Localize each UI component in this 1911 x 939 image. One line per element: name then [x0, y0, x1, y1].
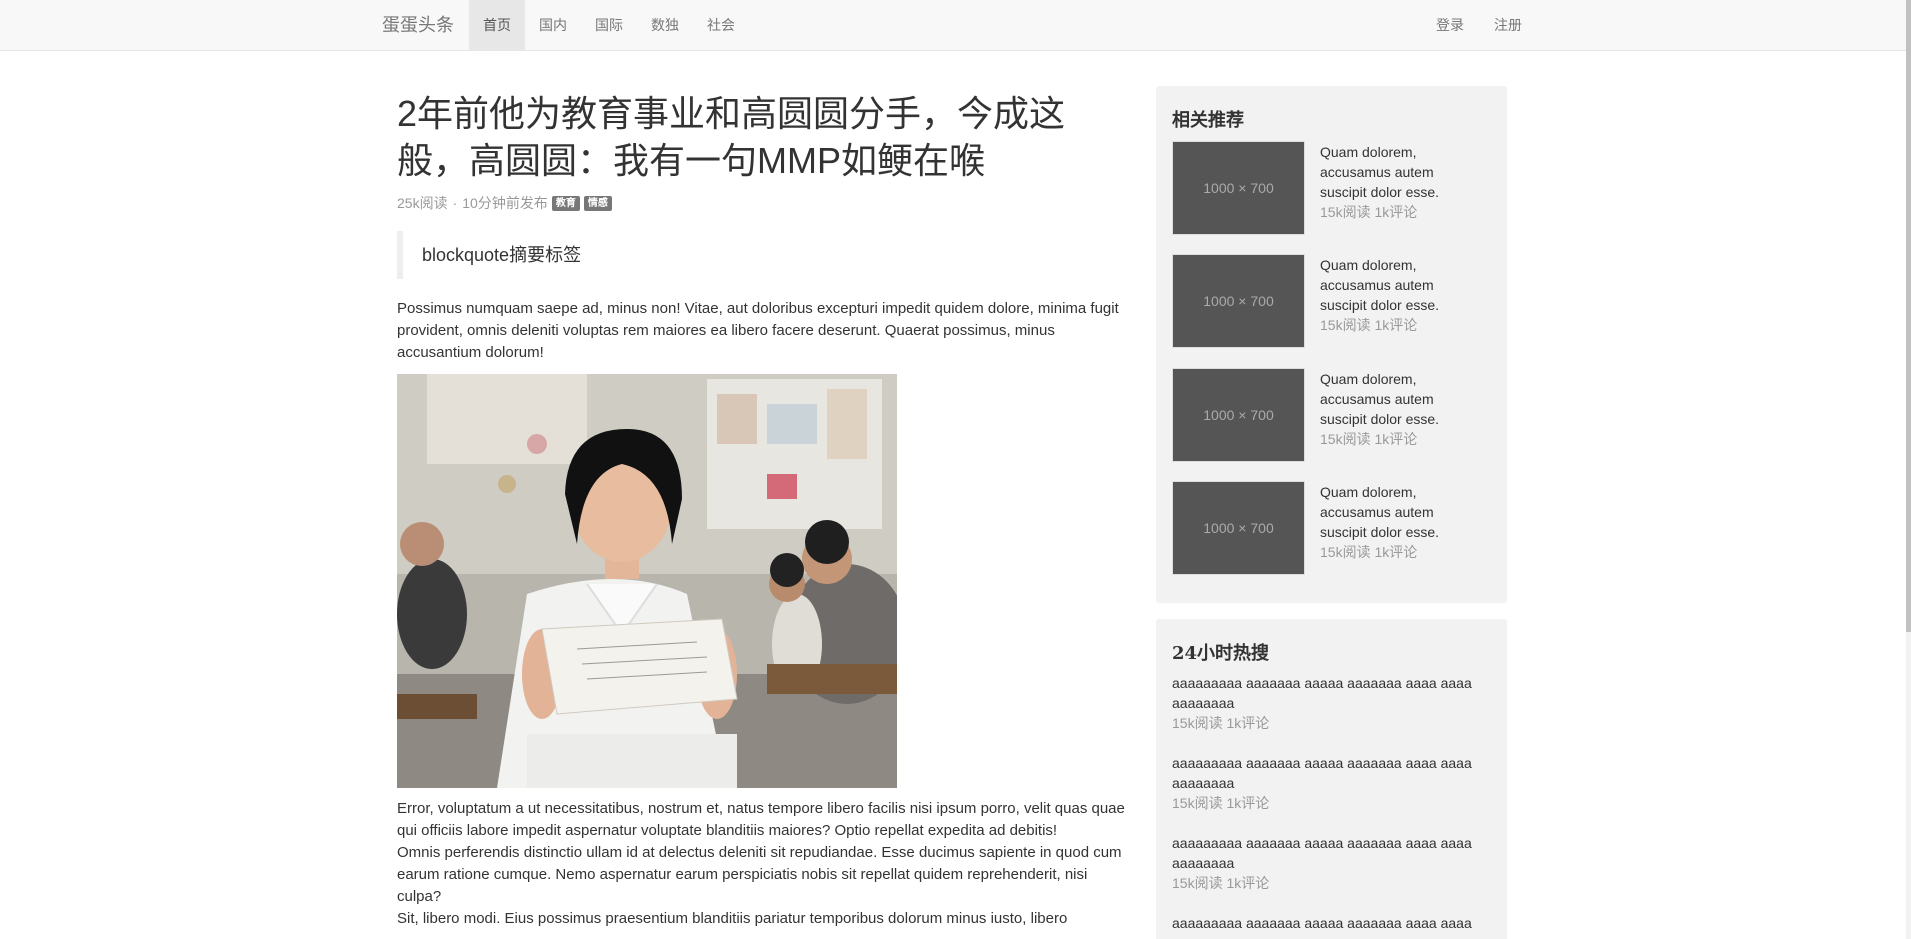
article-paragraph: Possimus numquam saepe ad, minus non! Vi…	[397, 300, 1119, 361]
summary-blockquote: blockquote摘要标签	[397, 231, 1117, 279]
thumbnail-placeholder[interactable]: 1000 × 700	[1172, 368, 1305, 462]
register-link[interactable]: 注册	[1479, 0, 1537, 50]
recommend-stats: 15k阅读 1k评论	[1320, 204, 1418, 220]
hot-item-title[interactable]: aaaaaaaaa aaaaaaa aaaaa aaaaaaa aaaa aaa…	[1172, 913, 1492, 933]
hot-item-title[interactable]: aaaaaaaaa aaaaaaa aaaaa aaaaaaa aaaa aaa…	[1172, 833, 1492, 873]
thumbnail-placeholder[interactable]: 1000 × 700	[1172, 254, 1305, 348]
panel-title: 24小时热搜	[1172, 643, 1270, 664]
auth-nav: 登录 注册	[1421, 0, 1537, 50]
recommend-stats: 15k阅读 1k评论	[1320, 544, 1418, 560]
recommend-title[interactable]: Quam dolorem, accusamus autem suscipit d…	[1320, 142, 1450, 202]
hot-search-panel: 24小时热搜 aaaaaaaaa aaaaaaa aaaaa aaaaaaa a…	[1156, 619, 1507, 939]
paragraph-text: Omnis perferendis distinctio ullam id at…	[397, 844, 1122, 905]
recommend-title[interactable]: Quam dolorem, accusamus autem suscipit d…	[1320, 255, 1450, 315]
thumbnail-placeholder[interactable]: 1000 × 700	[1172, 141, 1305, 235]
main-nav: 首页 国内 国际 数独 社会	[469, 0, 749, 50]
login-link[interactable]: 登录	[1421, 0, 1479, 50]
article-photo	[397, 374, 897, 788]
hot-item[interactable]: aaaaaaaaa aaaaaaa aaaaa aaaaaaa aaaa aaa…	[1172, 833, 1492, 893]
panel-title: 相关推荐	[1172, 110, 1244, 131]
read-count: 25k阅读	[397, 195, 448, 211]
nav-item-home[interactable]: 首页	[469, 0, 525, 50]
recommend-item[interactable]: 1000 × 700 Quam dolorem, accusamus autem…	[1172, 254, 1492, 348]
recommend-item[interactable]: 1000 × 700 Quam dolorem, accusamus autem…	[1172, 368, 1492, 462]
scrollbar-thumb[interactable]	[1906, 0, 1911, 632]
publish-time: 10分钟前发布	[462, 195, 548, 211]
tag-badge[interactable]: 教育	[551, 195, 580, 211]
recommend-item[interactable]: 1000 × 700 Quam dolorem, accusamus autem…	[1172, 141, 1492, 235]
nav-item-domestic[interactable]: 国内	[525, 0, 581, 50]
article-paragraph: Error, voluptatum a ut necessitatibus, n…	[397, 798, 1125, 930]
brand-logo[interactable]: 蛋蛋头条	[382, 0, 454, 50]
hot-item[interactable]: aaaaaaaaa aaaaaaa aaaaa aaaaaaa aaaa aaa…	[1172, 673, 1492, 733]
hot-item-title[interactable]: aaaaaaaaa aaaaaaa aaaaa aaaaaaa aaaa aaa…	[1172, 673, 1492, 713]
nav-item-society[interactable]: 社会	[693, 0, 749, 50]
recommend-item[interactable]: 1000 × 700 Quam dolorem, accusamus autem…	[1172, 481, 1492, 575]
recommend-stats: 15k阅读 1k评论	[1320, 431, 1418, 447]
hot-item[interactable]: aaaaaaaaa aaaaaaa aaaaa aaaaaaa aaaa aaa…	[1172, 753, 1492, 813]
hot-item-stats: 15k阅读 1k评论	[1172, 715, 1270, 731]
page-scrollbar[interactable]	[1906, 0, 1911, 939]
hot-item-title[interactable]: aaaaaaaaa aaaaaaa aaaaa aaaaaaa aaaa aaa…	[1172, 753, 1492, 793]
tag-badge[interactable]: 情感	[583, 195, 612, 211]
paragraph-text: Sit, libero modi. Eius possimus praesent…	[397, 910, 1068, 927]
related-recommendations-panel: 相关推荐 1000 × 700 Quam dolorem, accusamus …	[1156, 86, 1507, 603]
classroom-photo-illustration	[397, 374, 897, 788]
top-navbar: 蛋蛋头条 首页 国内 国际 数独 社会 登录 注册	[0, 0, 1906, 51]
recommend-title[interactable]: Quam dolorem, accusamus autem suscipit d…	[1320, 369, 1450, 429]
hot-item-stats: 15k阅读 1k评论	[1172, 875, 1270, 891]
hot-item-stats: 15k阅读 1k评论	[1172, 795, 1270, 811]
paragraph-text: Error, voluptatum a ut necessitatibus, n…	[397, 800, 1125, 839]
recommend-title[interactable]: Quam dolorem, accusamus autem suscipit d…	[1320, 482, 1450, 542]
article-title: 2年前他为教育事业和高圆圆分手，今成这般，高圆圆：我有一句MMP如鲠在喉	[397, 93, 1066, 181]
hot-item[interactable]: aaaaaaaaa aaaaaaa aaaaa aaaaaaa aaaa aaa…	[1172, 913, 1492, 933]
thumbnail-placeholder[interactable]: 1000 × 700	[1172, 481, 1305, 575]
meta-separator: ·	[452, 195, 458, 211]
nav-item-sudoku[interactable]: 数独	[637, 0, 693, 50]
nav-item-international[interactable]: 国际	[581, 0, 637, 50]
article-meta: 25k阅读 · 10分钟前发布 教育 情感	[397, 193, 612, 213]
recommend-stats: 15k阅读 1k评论	[1320, 317, 1418, 333]
